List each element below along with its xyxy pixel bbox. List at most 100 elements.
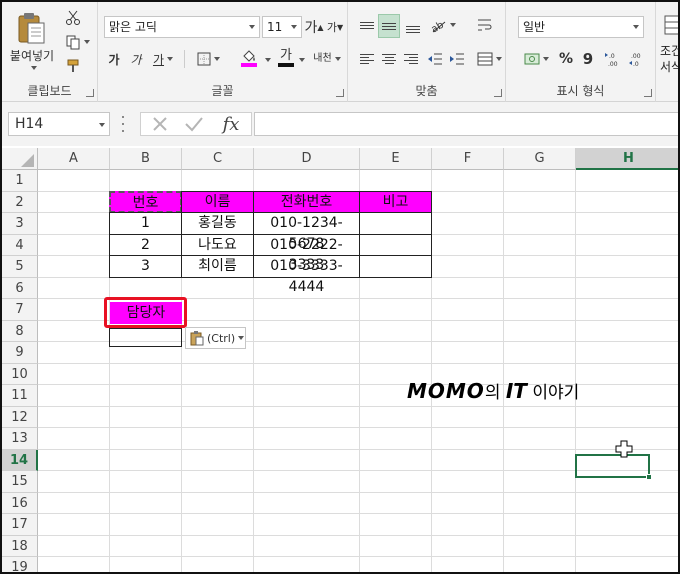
grow-font-button[interactable]: 가 ▲ — [304, 16, 324, 38]
phonetic-button[interactable]: 내천 — [310, 46, 344, 72]
row-header-14[interactable]: 14 — [2, 449, 38, 471]
font-size-box[interactable]: 11 — [262, 16, 302, 38]
shrink-font-button[interactable]: 가 ▼ — [325, 16, 345, 38]
number-format-value: 일반 — [523, 20, 546, 34]
row-header-15[interactable]: 15 — [2, 471, 38, 493]
column-header-e[interactable]: E — [360, 148, 432, 170]
bold-button[interactable]: 가 — [104, 48, 124, 70]
increase-decimal-button[interactable]: .0.00 — [602, 48, 624, 70]
column-header-d[interactable]: D — [254, 148, 360, 170]
table-cell[interactable]: 최이름 — [181, 255, 254, 278]
align-top-button[interactable] — [356, 14, 378, 36]
column-header-b[interactable]: B — [110, 148, 182, 170]
phonetic-glyph: 내천 — [313, 53, 332, 64]
table-header-cell[interactable]: 전화번호 — [253, 190, 360, 213]
table-cell[interactable]: 홍길동 — [181, 212, 254, 235]
row-header-6[interactable]: 6 — [2, 277, 38, 299]
conditional-formatting-button[interactable] — [662, 12, 678, 38]
cancel-entry-button[interactable] — [146, 113, 174, 135]
styles-group-partial: 조건 서식 — [658, 2, 678, 102]
worksheet-grid[interactable]: ABCDEFGH 1 2 3 4 5 6 7 8 9 10 11 12 13 14 15 16 17 18 19 번… — [2, 146, 678, 572]
copy-button[interactable] — [60, 32, 94, 52]
number-group-label: 표시 형식 — [556, 84, 605, 98]
merge-center-button[interactable] — [474, 48, 504, 70]
table-cell[interactable]: 010-3333-4444 — [253, 255, 360, 295]
percent-style-button[interactable]: % — [556, 48, 576, 70]
comma-style-button[interactable]: 9 — [578, 48, 598, 70]
row-header-8[interactable]: 8 — [2, 320, 38, 342]
enter-button[interactable] — [180, 113, 208, 135]
alignment-launcher-icon[interactable] — [494, 89, 502, 97]
column-header-c[interactable]: C — [182, 148, 254, 170]
align-middle-button[interactable] — [378, 14, 400, 38]
column-header-h[interactable]: H — [576, 148, 678, 170]
row-header-17[interactable]: 17 — [2, 514, 38, 536]
wrap-text-button[interactable] — [474, 14, 496, 36]
row-header-7[interactable]: 7 — [2, 299, 38, 321]
align-bottom-button[interactable] — [402, 14, 424, 36]
column-header-g[interactable]: G — [504, 148, 576, 170]
row-header-16[interactable]: 16 — [2, 492, 38, 514]
decrease-decimal-button[interactable]: .00.0 — [626, 48, 648, 70]
table-header-cell[interactable]: 비고 — [359, 190, 432, 213]
decrease-indent-button[interactable] — [424, 48, 446, 70]
table-cell[interactable]: 010-2222-3333 — [253, 233, 360, 273]
row-header-3[interactable]: 3 — [2, 213, 38, 235]
fill-color-button[interactable] — [232, 46, 266, 70]
row-header-11[interactable]: 11 — [2, 385, 38, 407]
cell-b8[interactable] — [109, 328, 182, 347]
insert-function-button[interactable]: fx — [216, 112, 246, 136]
table-cell[interactable]: 나도요 — [181, 233, 254, 256]
row-header-1[interactable]: 1 — [2, 170, 38, 192]
accounting-format-button[interactable] — [520, 48, 552, 70]
number-format-box[interactable]: 일반 — [518, 16, 644, 38]
table-header-cell[interactable]: 이름 — [181, 190, 254, 213]
table-cell[interactable]: 010-1234-5678 — [253, 212, 360, 252]
row-header-19[interactable]: 19 — [2, 557, 38, 572]
orientation-button[interactable]: ab — [426, 14, 458, 36]
align-left-button[interactable] — [356, 48, 378, 70]
row-header-12[interactable]: 12 — [2, 406, 38, 428]
table-cell[interactable]: 3 — [109, 255, 182, 278]
row-header-2[interactable]: 2 — [2, 191, 38, 213]
underline-button[interactable]: 가 — [148, 48, 178, 70]
row-header-13[interactable]: 13 — [2, 428, 38, 450]
fill-handle[interactable] — [646, 474, 652, 480]
increase-indent-button[interactable] — [446, 48, 468, 70]
row-header-10[interactable]: 10 — [2, 363, 38, 385]
table-header-cell[interactable]: 번호 — [109, 190, 182, 213]
format-painter-button[interactable] — [60, 56, 86, 76]
fx-icon: fx — [222, 113, 240, 135]
active-cell-h14[interactable] — [575, 454, 650, 478]
row-header-18[interactable]: 18 — [2, 535, 38, 557]
row-header-9[interactable]: 9 — [2, 342, 38, 364]
italic-button[interactable]: 가 — [126, 48, 146, 70]
row-header-4[interactable]: 4 — [2, 234, 38, 256]
formula-input[interactable] — [254, 112, 678, 136]
table-cell[interactable] — [359, 212, 432, 235]
table-cell[interactable] — [359, 233, 432, 256]
name-box[interactable]: H14 — [8, 112, 110, 136]
column-header-f[interactable]: F — [432, 148, 504, 170]
table-cell[interactable]: 2 — [109, 233, 182, 256]
clipboard-launcher-icon[interactable] — [86, 89, 94, 97]
cut-button[interactable] — [60, 8, 86, 28]
table-cell[interactable]: 1 — [109, 212, 182, 235]
number-launcher-icon[interactable] — [644, 89, 652, 97]
font-color-dropdown-icon[interactable] — [299, 58, 305, 62]
align-right-button[interactable] — [400, 48, 422, 70]
font-color-button[interactable]: 가 — [270, 46, 302, 70]
conditional-formatting-icon — [664, 15, 678, 35]
table-cell[interactable] — [359, 255, 432, 278]
column-gridline — [503, 170, 504, 572]
borders-button[interactable] — [192, 48, 224, 70]
font-launcher-icon[interactable] — [336, 89, 344, 97]
font-name-box[interactable]: 맑은 고딕 — [104, 16, 260, 38]
align-center-button[interactable] — [378, 48, 400, 70]
formula-bar: H14 fx — [2, 102, 678, 146]
paste-options-button[interactable]: (Ctrl) — [185, 327, 246, 349]
row-header-5[interactable]: 5 — [2, 256, 38, 278]
column-header-a[interactable]: A — [38, 148, 110, 170]
paste-button[interactable]: 붙여넣기 — [8, 10, 56, 70]
select-all-button[interactable] — [2, 148, 38, 170]
